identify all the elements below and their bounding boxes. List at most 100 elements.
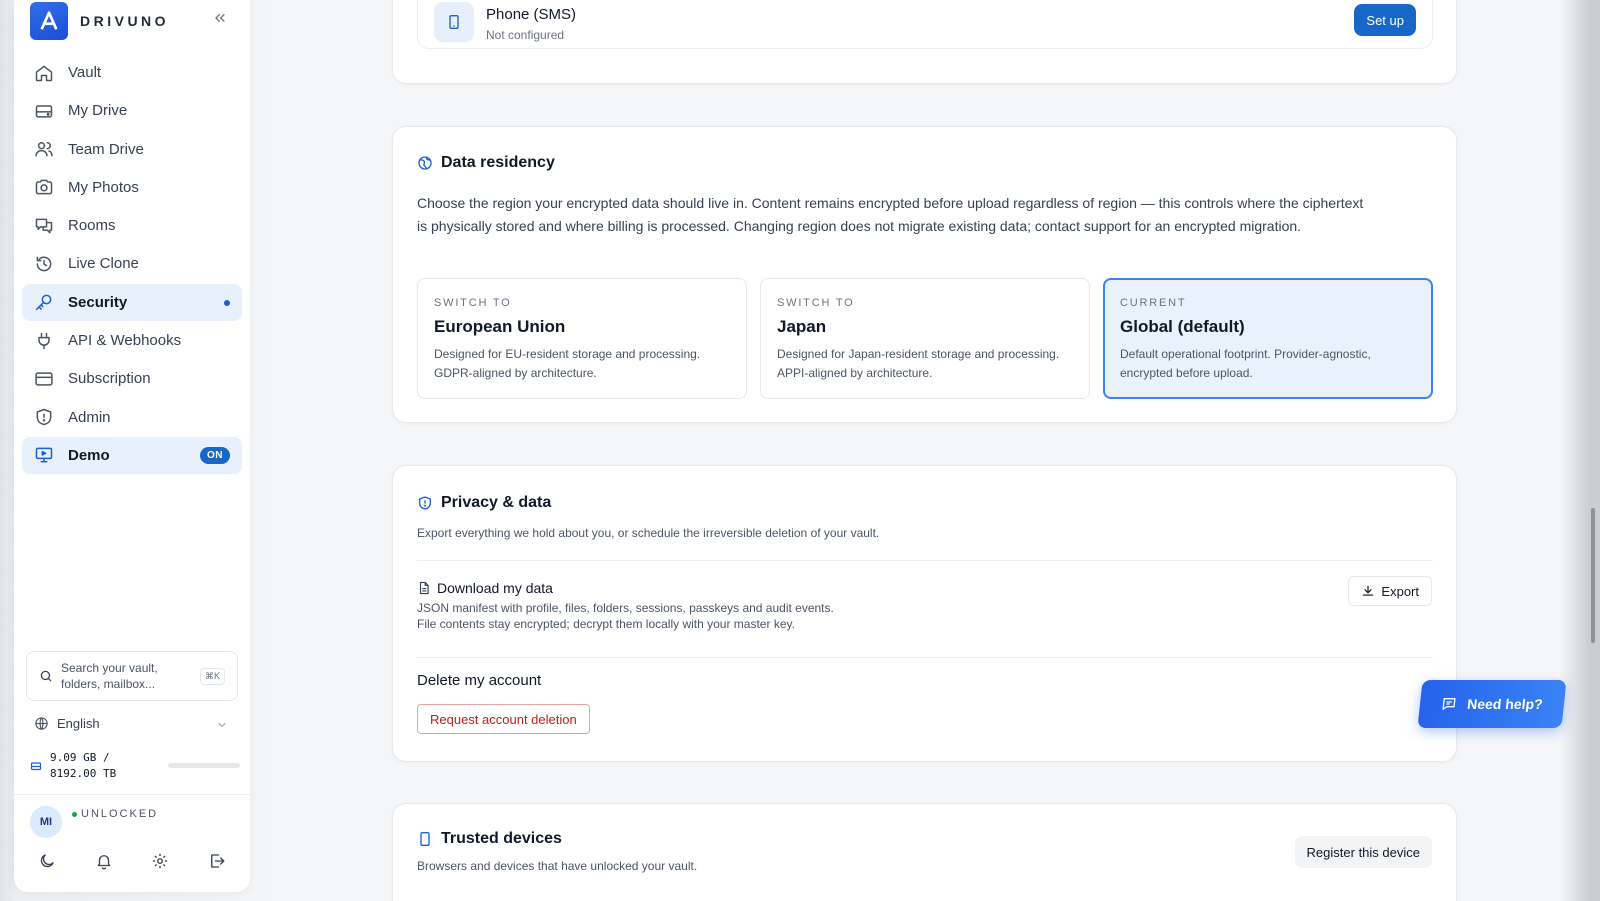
- file-icon: [417, 581, 431, 595]
- region-kicker: CURRENT: [1120, 297, 1187, 309]
- search-icon: [39, 669, 53, 683]
- sidebar-item-security[interactable]: Security: [22, 283, 242, 321]
- sidebar-item-label: Subscription: [68, 370, 151, 388]
- bell-icon[interactable]: [95, 852, 115, 872]
- sidebar-item-label: Rooms: [68, 217, 116, 235]
- region-description: Designed for EU-resident storage and pro…: [434, 347, 701, 380]
- divider: [417, 560, 1433, 561]
- plug-icon: [34, 331, 54, 351]
- need-help-label: Need help?: [1466, 696, 1544, 712]
- sidebar-item-team-drive[interactable]: Team Drive: [22, 131, 242, 168]
- users-icon: [34, 139, 54, 159]
- sidebar-item-my-photos[interactable]: My Photos: [22, 169, 242, 206]
- privacy-title: Privacy & data: [441, 494, 552, 511]
- sidebar-item-vault[interactable]: Vault: [22, 54, 242, 91]
- globe-icon: [417, 155, 433, 171]
- search-box[interactable]: Search your vault, folders, mailbox... ⌘…: [26, 651, 238, 701]
- export-label: Export: [1381, 583, 1419, 599]
- sidebar-item-api-webhooks[interactable]: API & Webhooks: [22, 322, 242, 359]
- language-value: English: [57, 716, 100, 731]
- storage-bar: [168, 763, 240, 768]
- region-name: Global (default): [1120, 317, 1245, 336]
- sidebar-nav: Vault My Drive Team Drive My Photos Room…: [22, 54, 242, 475]
- mfa-phone-row: Phone (SMS) Not configured Set up: [417, 0, 1433, 49]
- gear-icon[interactable]: [151, 852, 171, 872]
- sidebar-item-subscription[interactable]: Subscription: [22, 360, 242, 397]
- sidebar: DRIVUNO Vault My Drive Team Drive My Pho…: [14, 0, 250, 892]
- brand[interactable]: DRIVUNO: [30, 2, 169, 40]
- brand-logo: [30, 2, 68, 40]
- chat-icon: [34, 216, 54, 236]
- region-option-japan[interactable]: SWITCH TO Japan Designed for Japan-resid…: [760, 278, 1090, 399]
- storage-icon: [30, 760, 42, 772]
- divider: [417, 657, 1433, 658]
- logout-icon[interactable]: [208, 852, 228, 872]
- delete-account-title: Delete my account: [417, 672, 542, 689]
- region-option-global-current[interactable]: CURRENT Global (default) Default operati…: [1103, 278, 1433, 399]
- card-icon: [34, 369, 54, 389]
- demo-on-badge[interactable]: ON: [200, 446, 230, 464]
- storage-total: 8192.00 TB: [50, 767, 117, 780]
- collapse-sidebar-icon[interactable]: [212, 10, 228, 26]
- download-title: Download my data: [437, 580, 553, 596]
- export-button[interactable]: Export: [1348, 576, 1432, 606]
- region-kicker: SWITCH TO: [434, 297, 512, 309]
- sidebar-item-label: Admin: [68, 408, 111, 426]
- storage-used: 9.09 GB /: [50, 751, 110, 764]
- avatar[interactable]: MI: [30, 806, 62, 838]
- vault-status-label: UNLOCKED: [81, 808, 159, 820]
- trusted-devices-heading: Trusted devices: [417, 830, 562, 848]
- region-option-eu[interactable]: SWITCH TO European Union Designed for EU…: [417, 278, 747, 399]
- privacy-subtitle: Export everything we hold about you, or …: [417, 526, 880, 540]
- region-description: Designed for Japan-resident storage and …: [777, 347, 1060, 380]
- region-kicker: SWITCH TO: [777, 297, 855, 309]
- sidebar-divider: [14, 794, 250, 795]
- vault-status: UNLOCKED: [72, 808, 158, 820]
- sidebar-item-label: My Drive: [68, 102, 128, 120]
- search-input[interactable]: Search your vault, folders, mailbox...: [61, 660, 181, 692]
- download-description: JSON manifest with profile, files, folde…: [417, 600, 834, 632]
- sidebar-item-label: Live Clone: [68, 255, 139, 273]
- sidebar-item-rooms[interactable]: Rooms: [22, 207, 242, 244]
- home-icon: [34, 63, 54, 83]
- region-description: Default operational footprint. Provider-…: [1120, 347, 1371, 380]
- download-icon: [1361, 584, 1375, 598]
- search-shortcut: ⌘K: [199, 668, 225, 685]
- device-icon: [417, 830, 433, 848]
- register-device-button[interactable]: Register this device: [1294, 836, 1432, 868]
- mfa-card: Phone (SMS) Not configured Set up: [392, 0, 1457, 84]
- language-select[interactable]: English: [34, 716, 234, 731]
- data-residency-heading: Data residency: [417, 154, 555, 172]
- data-residency-title: Data residency: [441, 154, 555, 171]
- drive-icon: [34, 101, 54, 121]
- brand-name: DRIVUNO: [80, 13, 170, 29]
- data-residency-card: Data residency Choose the region your en…: [392, 126, 1457, 423]
- sidebar-item-demo[interactable]: Demo ON: [22, 436, 242, 474]
- globe-icon: [34, 716, 49, 731]
- sidebar-item-label: My Photos: [68, 178, 139, 196]
- message-icon: [1440, 696, 1458, 712]
- camera-icon: [34, 177, 54, 197]
- storage-text: 9.09 GB / 8192.00 TB: [50, 750, 116, 782]
- key-icon: [34, 292, 54, 312]
- phone-sms-title: Phone (SMS): [486, 6, 577, 23]
- trusted-devices-title: Trusted devices: [441, 830, 562, 847]
- page-scrollbar[interactable]: [1591, 508, 1595, 643]
- phone-sms-status: Not configured: [486, 28, 565, 42]
- region-name: Japan: [777, 317, 827, 336]
- download-heading: Download my data: [417, 580, 553, 596]
- monitor-icon: [34, 445, 54, 465]
- need-help-button[interactable]: Need help?: [1417, 680, 1567, 728]
- moon-icon[interactable]: [38, 852, 58, 872]
- sidebar-item-label: Demo: [68, 446, 110, 464]
- sidebar-item-my-drive[interactable]: My Drive: [22, 92, 242, 129]
- privacy-heading: Privacy & data: [417, 494, 551, 512]
- status-dot: [72, 811, 77, 817]
- sidebar-item-live-clone[interactable]: Live Clone: [22, 245, 242, 282]
- sidebar-footer-actions: [38, 852, 228, 872]
- request-deletion-button[interactable]: Request account deletion: [417, 704, 590, 734]
- sidebar-item-label: Vault: [68, 64, 102, 81]
- data-residency-description: Choose the region your encrypted data sh…: [417, 195, 1364, 234]
- setup-sms-button[interactable]: Set up: [1354, 4, 1416, 36]
- sidebar-item-admin[interactable]: Admin: [22, 399, 242, 436]
